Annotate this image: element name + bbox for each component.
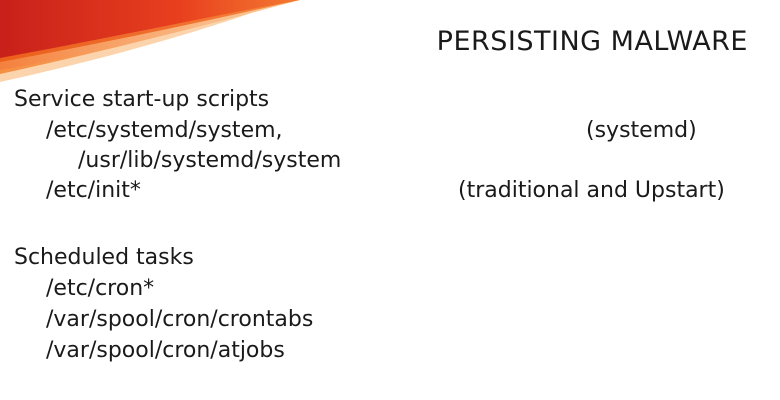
presentation-slide: PERSISTING MALWARE Service start-up scri… [0,0,780,400]
note-systemd: (systemd) [586,118,697,143]
section-heading-service-startup: Service start-up scripts [14,87,270,112]
note-traditional-upstart: (traditional and Upstart) [458,178,725,203]
slide-corner-decoration [0,0,300,82]
path-usr-lib-systemd-system: /usr/lib/systemd/system [78,148,342,173]
path-etc-cron: /etc/cron* [46,276,155,301]
path-var-spool-cron-atjobs: /var/spool/cron/atjobs [46,338,285,363]
path-var-spool-cron-crontabs: /var/spool/cron/crontabs [46,307,314,332]
path-etc-init: /etc/init* [46,178,141,203]
path-etc-systemd-system: /etc/systemd/system, [46,118,283,143]
slide-title: PERSISTING MALWARE [436,26,748,57]
section-heading-scheduled-tasks: Scheduled tasks [14,245,194,270]
